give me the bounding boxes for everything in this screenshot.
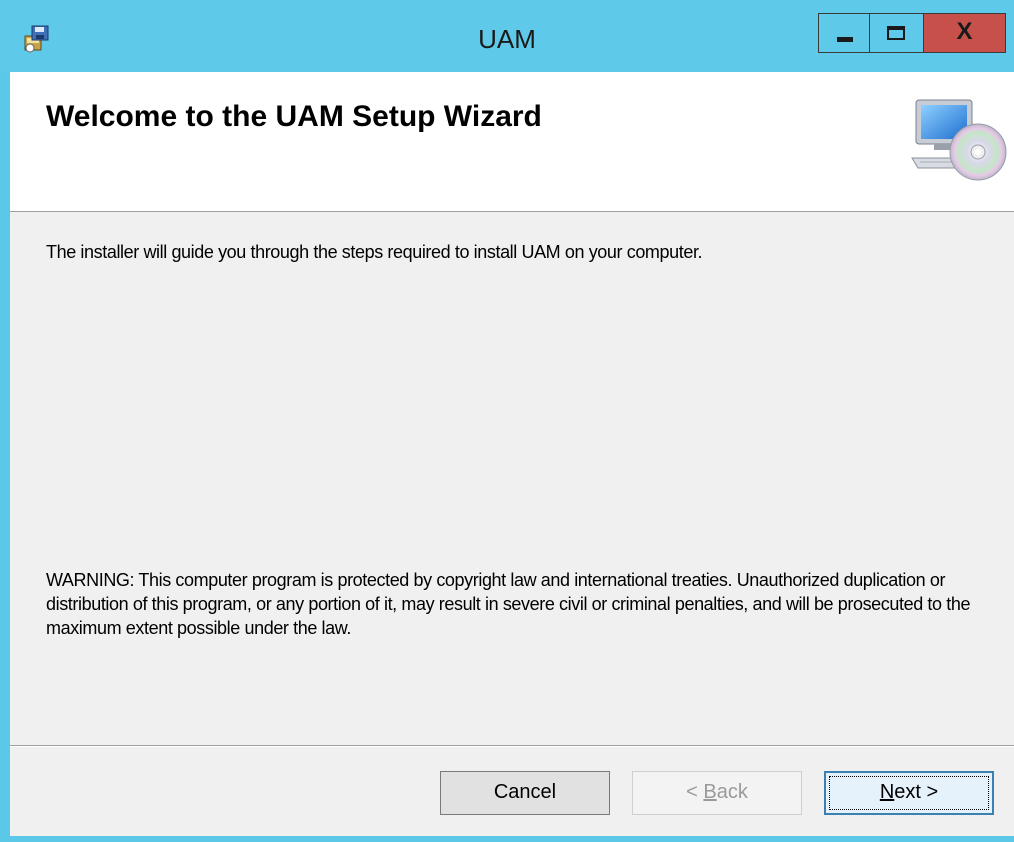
back-mnemonic: B bbox=[703, 781, 717, 803]
close-icon: X bbox=[956, 18, 973, 45]
computer-cd-icon bbox=[911, 99, 1007, 181]
cancel-button-label: Cancel bbox=[493, 781, 557, 803]
wizard-client-area: Welcome to the UAM Setup Wizard The inst… bbox=[10, 72, 1014, 842]
back-rest: ack bbox=[716, 781, 748, 803]
next-button-label: Next > bbox=[880, 781, 938, 803]
back-prefix: < bbox=[686, 781, 704, 803]
window-bottom-border bbox=[0, 836, 1014, 842]
minimize-icon bbox=[837, 37, 853, 42]
wizard-banner: Welcome to the UAM Setup Wizard bbox=[10, 72, 1014, 212]
intro-text: The installer will guide you through the… bbox=[46, 242, 703, 262]
next-rest: ext > bbox=[894, 781, 939, 803]
cancel-button[interactable]: Cancel bbox=[440, 771, 610, 815]
next-button[interactable]: Next > bbox=[824, 771, 994, 815]
maximize-button[interactable] bbox=[870, 13, 924, 53]
footer-separator bbox=[10, 745, 1014, 747]
back-button-label: < Back bbox=[686, 781, 748, 803]
close-button[interactable]: X bbox=[924, 13, 1006, 53]
copyright-warning: WARNING: This computer program is protec… bbox=[46, 570, 971, 638]
maximize-icon bbox=[887, 26, 905, 40]
setup-window: UAM X Welcome to the UAM Setup Wizard Th… bbox=[0, 0, 1014, 842]
next-mnemonic: N bbox=[879, 781, 895, 803]
back-button[interactable]: < Back bbox=[632, 771, 802, 815]
page-title: Welcome to the UAM Setup Wizard bbox=[46, 100, 542, 133]
minimize-button[interactable] bbox=[818, 13, 870, 53]
title-bar[interactable]: UAM X bbox=[0, 0, 1014, 72]
